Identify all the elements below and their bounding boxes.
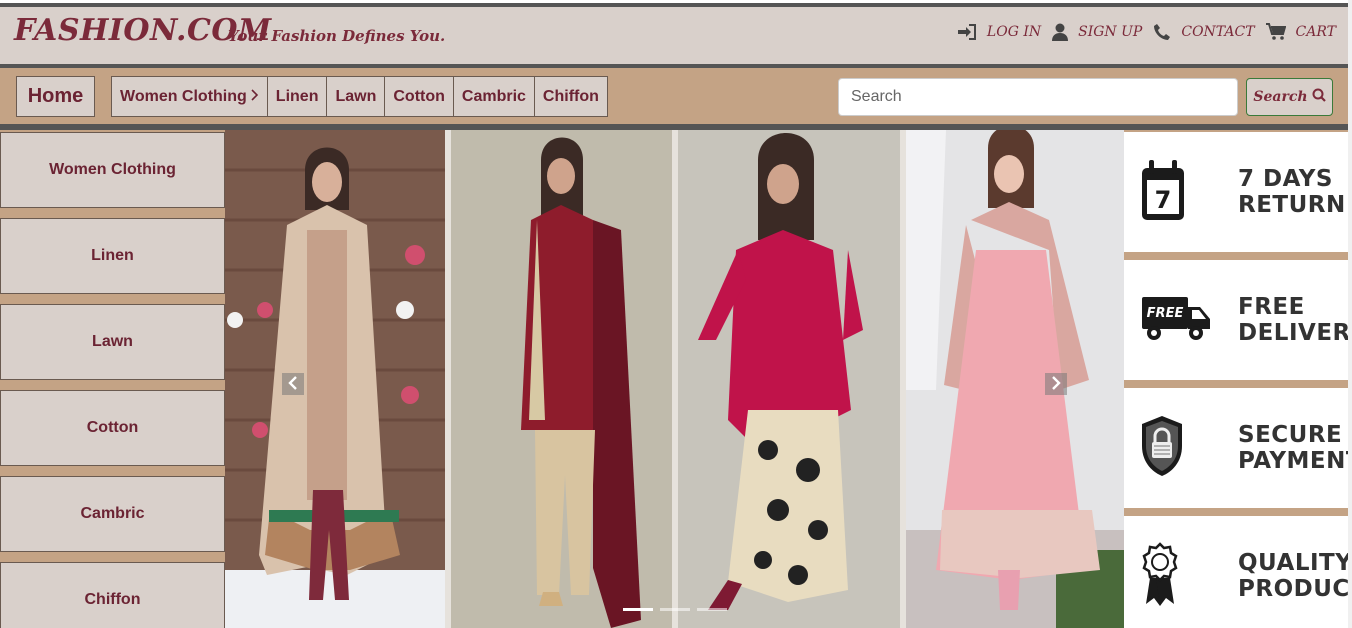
- nav-categories: Women Clothing Linen Lawn Cotton Cambric…: [111, 76, 608, 117]
- chevron-right-icon: [251, 88, 259, 106]
- nav-cambric[interactable]: Cambric: [452, 76, 535, 117]
- product-carousel[interactable]: [225, 130, 1124, 628]
- search-input[interactable]: [838, 78, 1238, 116]
- nav-women-clothing[interactable]: Women Clothing: [111, 76, 268, 117]
- search-icon: [1312, 88, 1326, 106]
- nav-women-clothing-label: Women Clothing: [120, 87, 247, 105]
- delivery-truck-icon: FREE: [1140, 293, 1212, 347]
- carousel-next-button[interactable]: [1045, 373, 1067, 395]
- feature-delivery-label: FREE DELIVERY: [1238, 294, 1352, 346]
- carousel-prev-button[interactable]: [282, 373, 304, 395]
- brand-tagline: Your Fashion Defines You.: [228, 27, 446, 45]
- sidebar-item-chiffon[interactable]: Chiffon: [0, 562, 225, 628]
- carousel-indicator[interactable]: [697, 608, 727, 611]
- top-stripe: [0, 0, 1352, 7]
- top-links: LOG IN SIGN UP CONTACT CART: [953, 23, 1336, 41]
- feature-delivery: FREE FREE DELIVERY: [1124, 260, 1352, 380]
- sidebar-item-linen[interactable]: Linen: [0, 218, 225, 294]
- category-sidebar: Women Clothing Linen Lawn Cotton Cambric…: [0, 130, 225, 628]
- carousel-indicator[interactable]: [623, 608, 653, 611]
- cart-label: CART: [1295, 24, 1336, 40]
- calendar-icon-number: 7: [1155, 186, 1172, 214]
- chevron-left-icon: [288, 375, 298, 394]
- nav-chiffon[interactable]: Chiffon: [533, 76, 608, 117]
- nav-home[interactable]: Home: [16, 76, 95, 117]
- feature-quality-label: QUALITY PRODUCT: [1238, 550, 1352, 602]
- carousel-slide-maroon-outfit: [451, 130, 672, 628]
- page-scrollbar[interactable]: [1348, 0, 1352, 628]
- search-button-label: Search: [1253, 89, 1308, 105]
- signup-link[interactable]: SIGN UP: [1052, 23, 1142, 41]
- sidebar-item-cotton[interactable]: Cotton: [0, 390, 225, 466]
- shield-lock-icon: [1140, 414, 1184, 482]
- award-ribbon-icon: [1140, 542, 1180, 610]
- sign-in-icon: [957, 24, 977, 40]
- carousel-slide-beige-outfit: [225, 130, 445, 628]
- truck-icon-text: FREE: [1147, 306, 1184, 321]
- phone-icon: [1153, 23, 1171, 41]
- feature-payment-label: SECURE PAYMENT: [1238, 422, 1352, 474]
- calendar-icon: 7: [1140, 158, 1186, 226]
- feature-quality: QUALITY PRODUCT: [1124, 516, 1352, 628]
- carousel-slide-pink-lace: [678, 130, 900, 628]
- feature-payment: SECURE PAYMENT: [1124, 388, 1352, 508]
- cart-link[interactable]: CART: [1265, 23, 1336, 41]
- carousel-slide-pink-anarkali: [906, 130, 1124, 628]
- feature-return: 7 7 DAYS RETURN: [1124, 132, 1348, 252]
- contact-label: CONTACT: [1181, 24, 1255, 40]
- sidebar-item-lawn[interactable]: Lawn: [0, 304, 225, 380]
- main-nav: Home Women Clothing Linen Lawn Cotton Ca…: [0, 68, 1348, 124]
- contact-link[interactable]: CONTACT: [1153, 23, 1255, 41]
- user-icon: [1052, 23, 1069, 41]
- chevron-right-icon: [1051, 375, 1061, 394]
- nav-lawn[interactable]: Lawn: [326, 76, 386, 117]
- features-panel: 7 7 DAYS RETURN FREE FREE DELIVERY: [1124, 130, 1352, 628]
- nav-linen[interactable]: Linen: [266, 76, 328, 117]
- site-header: FASHION.COM Your Fashion Defines You. LO…: [0, 7, 1348, 64]
- carousel-indicators: [623, 608, 727, 611]
- feature-return-label: 7 DAYS RETURN: [1238, 166, 1346, 218]
- login-label: LOG IN: [986, 24, 1042, 40]
- nav-cotton[interactable]: Cotton: [384, 76, 454, 117]
- login-link[interactable]: LOG IN: [957, 24, 1041, 40]
- signup-label: SIGN UP: [1078, 24, 1143, 40]
- sidebar-item-cambric[interactable]: Cambric: [0, 476, 225, 552]
- sidebar-item-women-clothing[interactable]: Women Clothing: [0, 132, 225, 208]
- carousel-indicator[interactable]: [660, 608, 690, 611]
- cart-icon: [1265, 23, 1286, 41]
- search-button[interactable]: Search: [1246, 78, 1333, 116]
